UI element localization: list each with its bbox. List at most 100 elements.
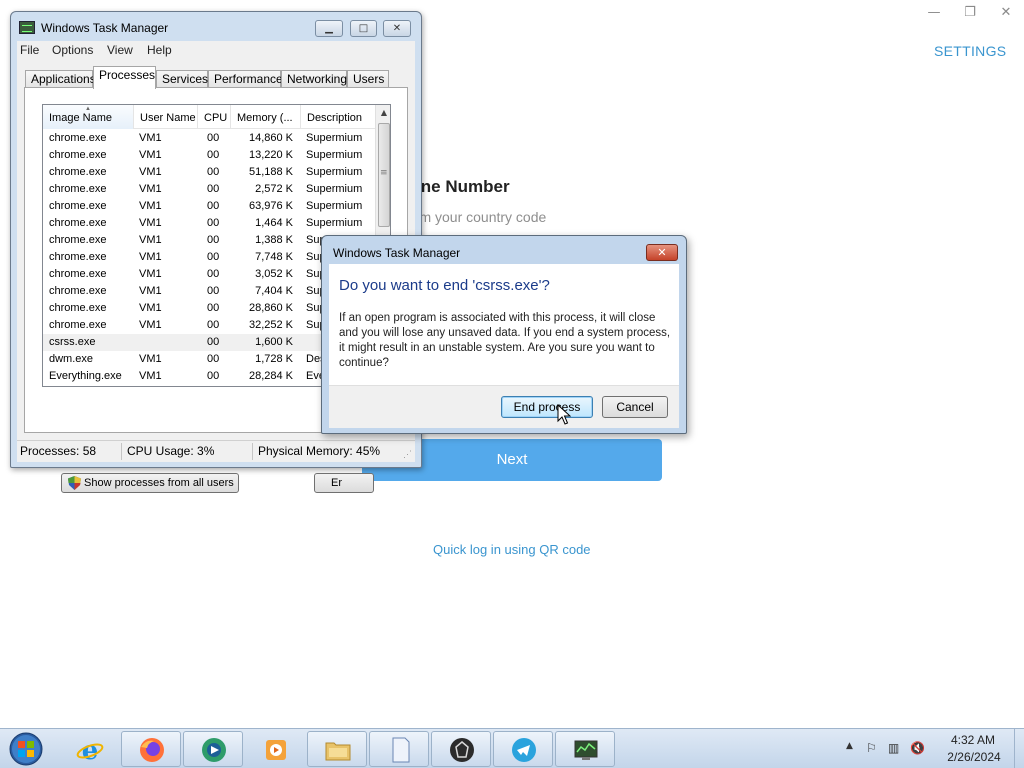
network-icon[interactable]: ▥ <box>888 741 899 755</box>
tab-processes[interactable]: Processes <box>93 66 156 89</box>
table-row[interactable]: chrome.exe VM1 00 51,188 K Supermium <box>43 164 375 181</box>
process-cpu: 00 <box>207 200 220 212</box>
media-center-icon <box>202 738 226 762</box>
status-cpu-usage: CPU Usage: 3% <box>127 444 215 458</box>
status-divider <box>252 443 253 460</box>
menu-options[interactable]: Options <box>52 43 93 57</box>
process-memory: 3,052 K <box>255 268 293 280</box>
taskbar-file-explorer[interactable] <box>307 731 367 767</box>
process-cpu: 00 <box>207 319 220 331</box>
clock-time[interactable]: 4:32 AM <box>948 733 998 747</box>
table-row[interactable]: chrome.exe VM1 00 14,860 K Supermium <box>43 130 375 147</box>
tg-minimize-button[interactable]: — <box>922 4 946 22</box>
action-center-flag-icon[interactable]: ⚐ <box>866 741 877 755</box>
dialog-title: Windows Task Manager <box>333 246 461 260</box>
process-memory: 13,220 K <box>248 149 293 161</box>
svg-text:e: e <box>82 737 99 763</box>
taskbar-media-center[interactable] <box>183 731 243 767</box>
process-memory: 14,860 K <box>248 132 293 144</box>
process-memory: 7,404 K <box>255 285 293 297</box>
scroll-up-icon[interactable]: ▲ <box>376 105 390 121</box>
taskbar-media-player[interactable] <box>245 731 305 767</box>
settings-link[interactable]: SETTINGS <box>934 43 1006 59</box>
process-memory: 1,728 K <box>255 353 293 365</box>
resize-grip-icon[interactable]: ⋰ <box>403 449 412 460</box>
start-orb-icon[interactable] <box>6 731 46 767</box>
taskbar-task-manager[interactable] <box>555 731 615 767</box>
tg-restore-button[interactable]: ❐ <box>958 4 982 22</box>
taskbar-notepad[interactable] <box>369 731 429 767</box>
folder-icon <box>325 742 351 761</box>
minimize-icon: ▁ <box>325 23 333 34</box>
taskbar-obsidian[interactable] <box>431 731 491 767</box>
process-description: Supermium <box>306 149 363 161</box>
table-row[interactable]: chrome.exe VM1 00 2,572 K Supermium <box>43 181 375 198</box>
scroll-thumb[interactable] <box>378 123 390 227</box>
taskbar-telegram[interactable] <box>493 731 553 767</box>
task-manager-icon <box>574 740 598 760</box>
process-name: chrome.exe <box>49 149 107 161</box>
tab-applications[interactable]: Applications <box>25 70 96 88</box>
table-row[interactable]: chrome.exe VM1 00 1,464 K Supermium <box>43 215 375 232</box>
column-image-name[interactable]: ▲ Image Name <box>43 105 134 129</box>
show-hidden-icons-icon[interactable]: ▲ <box>846 741 853 751</box>
process-description: Supermium <box>306 217 363 229</box>
mouse-cursor-icon <box>557 404 571 425</box>
menu-help[interactable]: Help <box>147 43 172 57</box>
cancel-button[interactable]: Cancel <box>602 396 668 418</box>
maximize-button[interactable]: □ <box>350 20 377 37</box>
minimize-button[interactable]: ▁ <box>315 20 343 37</box>
end-process-button[interactable]: Er <box>314 473 374 493</box>
menu-file[interactable]: File <box>20 43 39 57</box>
process-name: csrss.exe <box>49 336 96 348</box>
process-memory: 7,748 K <box>255 251 293 263</box>
process-name: chrome.exe <box>49 200 107 212</box>
confirm-end-process-button[interactable]: End process <box>501 396 593 418</box>
clock-date[interactable]: 2/26/2024 <box>946 750 1002 764</box>
column-memory[interactable]: Memory (... <box>231 105 301 129</box>
process-cpu: 00 <box>207 132 220 144</box>
show-all-processes-label: Show processes from all users <box>84 477 234 489</box>
status-physical-memory: Physical Memory: 45% <box>258 444 381 458</box>
status-bar: Processes: 58 CPU Usage: 3% Physical Mem… <box>17 440 415 462</box>
table-row[interactable]: chrome.exe VM1 00 63,976 K Supermium <box>43 198 375 215</box>
process-name: chrome.exe <box>49 302 107 314</box>
process-user: VM1 <box>139 251 162 263</box>
process-user: VM1 <box>139 132 162 144</box>
volume-muted-icon[interactable]: 🔇 <box>910 741 925 755</box>
menu-view[interactable]: View <box>107 43 133 57</box>
dialog-close-button[interactable]: ✕ <box>646 244 678 261</box>
task-manager-icon <box>19 21 35 34</box>
show-all-processes-button[interactable]: Show processes from all users <box>61 473 239 493</box>
process-name: Everything.exe <box>49 370 122 382</box>
process-name: chrome.exe <box>49 234 107 246</box>
process-list-header: ▲ Image Name User Name CPU Memory (... D… <box>43 105 375 129</box>
taskbar-internet-explorer[interactable]: e <box>59 731 119 767</box>
process-cpu: 00 <box>207 336 220 348</box>
table-row[interactable]: chrome.exe VM1 00 13,220 K Supermium <box>43 147 375 164</box>
dialog-footer: End process Cancel <box>329 385 679 428</box>
task-manager-title: Windows Task Manager <box>41 21 169 35</box>
end-process-dialog: Windows Task Manager ✕ Do you want to en… <box>321 235 687 434</box>
process-user: VM1 <box>139 166 162 178</box>
tab-performance[interactable]: Performance <box>208 70 283 88</box>
tab-users[interactable]: Users <box>347 70 389 88</box>
column-description[interactable]: Description <box>301 105 375 129</box>
process-user: VM1 <box>139 217 162 229</box>
process-name: chrome.exe <box>49 319 107 331</box>
tab-services[interactable]: Services <box>156 70 208 88</box>
media-player-icon <box>266 740 286 760</box>
tab-networking[interactable]: Networking <box>281 70 347 88</box>
close-button[interactable]: ✕ <box>383 20 411 37</box>
show-desktop-button[interactable] <box>1014 729 1024 768</box>
sort-ascending-icon: ▲ <box>85 106 91 112</box>
task-manager-titlebar[interactable]: Windows Task Manager ▁ □ ✕ <box>11 12 421 42</box>
tg-close-button[interactable]: ✕ <box>994 4 1018 22</box>
qr-login-link[interactable]: Quick log in using QR code <box>433 542 591 557</box>
column-cpu[interactable]: CPU <box>198 105 231 129</box>
process-user: VM1 <box>139 149 162 161</box>
process-cpu: 00 <box>207 302 220 314</box>
process-name: chrome.exe <box>49 285 107 297</box>
column-user-name[interactable]: User Name <box>134 105 198 129</box>
taskbar-firefox[interactable] <box>121 731 181 767</box>
